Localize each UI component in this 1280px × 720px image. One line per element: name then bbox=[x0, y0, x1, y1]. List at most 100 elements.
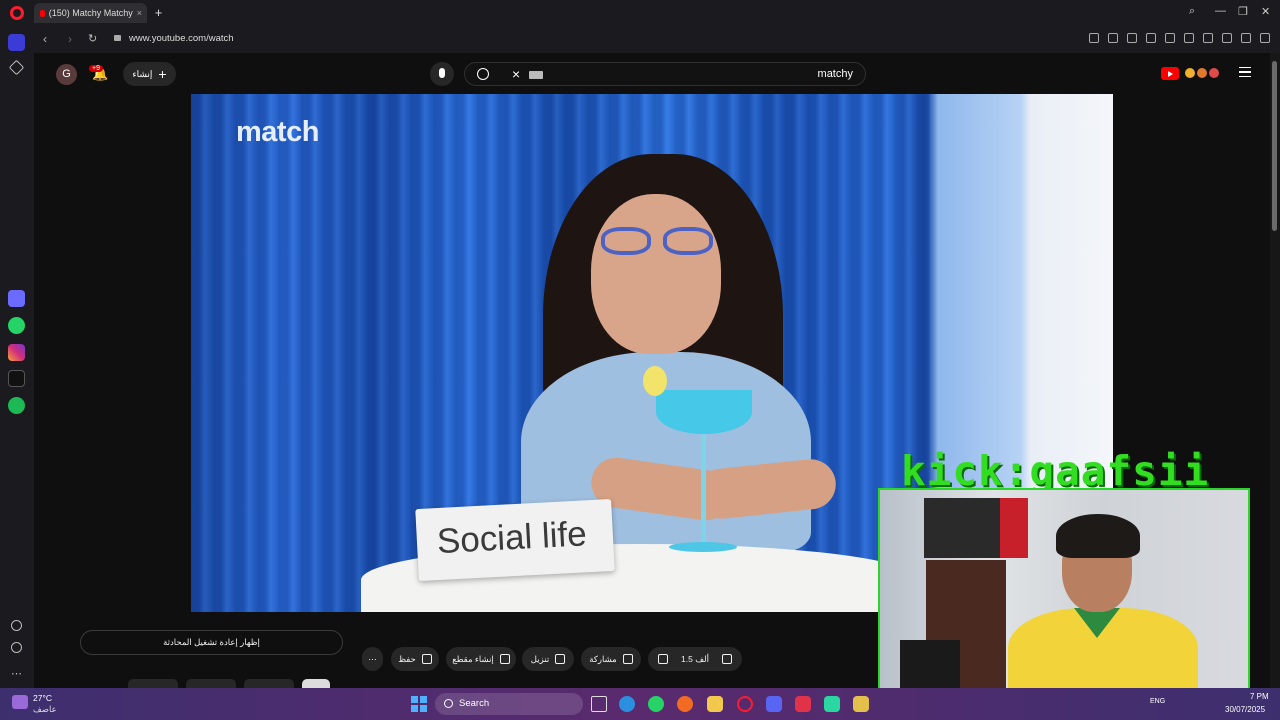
reload-icon[interactable]: ↻ bbox=[88, 32, 97, 45]
video-actions-bar: إظهار إعادة تشغيل المحادثة ⋯ حفظ إنشاء م… bbox=[34, 612, 870, 689]
cube-icon[interactable] bbox=[1260, 33, 1270, 43]
back-icon[interactable]: ‹ bbox=[43, 32, 47, 46]
play-icon[interactable] bbox=[1165, 33, 1175, 43]
firefox-icon[interactable] bbox=[677, 696, 693, 712]
more-actions-button[interactable]: ⋯ bbox=[362, 647, 383, 671]
camera-icon[interactable] bbox=[1108, 33, 1118, 43]
instagram-icon[interactable] bbox=[8, 344, 25, 361]
save-label: حفظ bbox=[398, 653, 416, 664]
clear-search-icon[interactable]: × bbox=[512, 66, 520, 82]
maximize-button[interactable]: ❐ bbox=[1238, 5, 1248, 18]
windows-taskbar: 27°C عاصف Search ENG 7 PM 30/07/2025 bbox=[0, 688, 1280, 720]
favorites-icon[interactable] bbox=[11, 620, 22, 631]
weather-icon[interactable] bbox=[12, 695, 28, 709]
opera-sidebar: ⋯ bbox=[0, 26, 34, 688]
dislike-icon[interactable] bbox=[658, 654, 668, 664]
clip-label: إنشاء مقطع bbox=[452, 653, 494, 664]
taskbar-search-input[interactable]: Search bbox=[435, 693, 583, 715]
spotify-icon[interactable] bbox=[8, 397, 25, 414]
forward-icon[interactable]: › bbox=[68, 32, 72, 46]
lock-icon bbox=[114, 35, 121, 41]
save-button[interactable]: حفظ bbox=[391, 647, 439, 671]
glass-base bbox=[669, 542, 737, 552]
doodle-icon bbox=[1185, 68, 1195, 78]
file-explorer-icon[interactable] bbox=[707, 696, 723, 712]
clip-button[interactable]: إنشاء مقطع bbox=[446, 647, 516, 671]
search-tabs-icon[interactable]: ⌕ bbox=[1189, 5, 1195, 18]
person-face bbox=[591, 194, 721, 354]
heart-icon[interactable] bbox=[1184, 33, 1194, 43]
extension-toolbar bbox=[1089, 33, 1270, 43]
keyboard-icon[interactable] bbox=[529, 71, 543, 79]
search-icon bbox=[444, 699, 453, 708]
more-icon[interactable]: ⋯ bbox=[11, 667, 28, 684]
share-icon bbox=[622, 654, 633, 664]
page-scrollbar[interactable] bbox=[1270, 53, 1280, 688]
opera-logo-icon[interactable] bbox=[10, 6, 24, 20]
doodle-icon bbox=[1197, 68, 1207, 78]
language-indicator[interactable]: ENG bbox=[1150, 698, 1165, 705]
weather-condition: عاصف bbox=[33, 704, 57, 714]
voice-search-icon[interactable] bbox=[430, 62, 454, 86]
task-view-icon[interactable] bbox=[591, 696, 607, 712]
tab-close-icon[interactable]: × bbox=[137, 8, 142, 18]
like-dislike-group: 1.5 ألف bbox=[648, 647, 742, 671]
like-count[interactable]: 1.5 ألف bbox=[681, 654, 709, 665]
app-icon[interactable] bbox=[795, 696, 811, 712]
search-icon[interactable] bbox=[477, 68, 489, 80]
profile-icon[interactable] bbox=[1241, 33, 1251, 43]
app-icon[interactable] bbox=[824, 696, 840, 712]
youtube-logo-icon[interactable] bbox=[1161, 67, 1179, 80]
discord-icon[interactable] bbox=[766, 696, 782, 712]
whatsapp-icon[interactable] bbox=[8, 317, 25, 334]
easy-setup-icon[interactable] bbox=[1222, 33, 1232, 43]
new-tab-button[interactable]: + bbox=[152, 6, 165, 19]
search-input[interactable]: × matchy bbox=[464, 62, 866, 86]
history-icon[interactable] bbox=[11, 642, 22, 653]
url-field[interactable]: www.youtube.com/watch bbox=[129, 33, 234, 44]
hamburger-menu-icon[interactable] bbox=[1239, 67, 1251, 77]
lemon-graphic bbox=[643, 366, 667, 396]
streamer-hair bbox=[1056, 514, 1140, 558]
home-icon[interactable] bbox=[8, 34, 25, 51]
create-label: إنشاء bbox=[132, 68, 153, 79]
whatsapp-icon[interactable] bbox=[648, 696, 664, 712]
webcam-overlay bbox=[878, 488, 1250, 702]
taskbar-search-placeholder: Search bbox=[459, 698, 490, 709]
like-icon[interactable] bbox=[721, 654, 732, 664]
cocktail-glass-graphic bbox=[656, 390, 752, 434]
nameplate-text: Social life bbox=[435, 514, 588, 562]
opera-icon[interactable] bbox=[737, 696, 753, 712]
share-label: مشاركة bbox=[589, 653, 617, 664]
search-query: matchy bbox=[817, 68, 853, 80]
minimize-button[interactable]: — bbox=[1215, 5, 1226, 17]
create-button[interactable]: إنشاء + bbox=[123, 62, 176, 86]
start-button[interactable] bbox=[411, 696, 427, 712]
download-button[interactable]: تنزيل bbox=[522, 647, 574, 671]
edit-icon[interactable] bbox=[1089, 33, 1099, 43]
star-icon[interactable] bbox=[8, 59, 25, 76]
vpn-icon[interactable] bbox=[1146, 33, 1156, 43]
shield-icon[interactable] bbox=[1127, 33, 1137, 43]
download-label: تنزيل bbox=[530, 653, 550, 664]
clock-time[interactable]: 7 PM bbox=[1250, 692, 1269, 701]
download-icon bbox=[555, 654, 566, 664]
weather-temperature[interactable]: 27°C bbox=[33, 693, 52, 703]
red-box-graphic bbox=[1000, 498, 1028, 558]
more-icon: ⋯ bbox=[368, 653, 377, 664]
aria-icon[interactable] bbox=[8, 290, 25, 307]
download-icon[interactable] bbox=[1203, 33, 1213, 43]
close-window-button[interactable]: ✕ bbox=[1261, 5, 1270, 18]
edge-icon[interactable] bbox=[619, 696, 635, 712]
nameplate: Social life bbox=[415, 498, 615, 582]
glass-stem bbox=[701, 434, 706, 546]
clock-date[interactable]: 30/07/2025 bbox=[1225, 705, 1265, 714]
avatar[interactable]: G bbox=[56, 64, 77, 85]
show-chat-replay-button[interactable]: إظهار إعادة تشغيل المحادثة bbox=[80, 630, 343, 655]
app-icon[interactable] bbox=[853, 696, 869, 712]
youtube-favicon-icon bbox=[40, 9, 45, 17]
tiktok-icon[interactable] bbox=[8, 370, 25, 387]
share-button[interactable]: مشاركة bbox=[581, 647, 641, 671]
tab-active[interactable]: (150) Matchy Matchy × bbox=[34, 3, 147, 23]
browser-titlebar: (150) Matchy Matchy × + ⌕ — ❐ ✕ bbox=[0, 0, 1280, 26]
